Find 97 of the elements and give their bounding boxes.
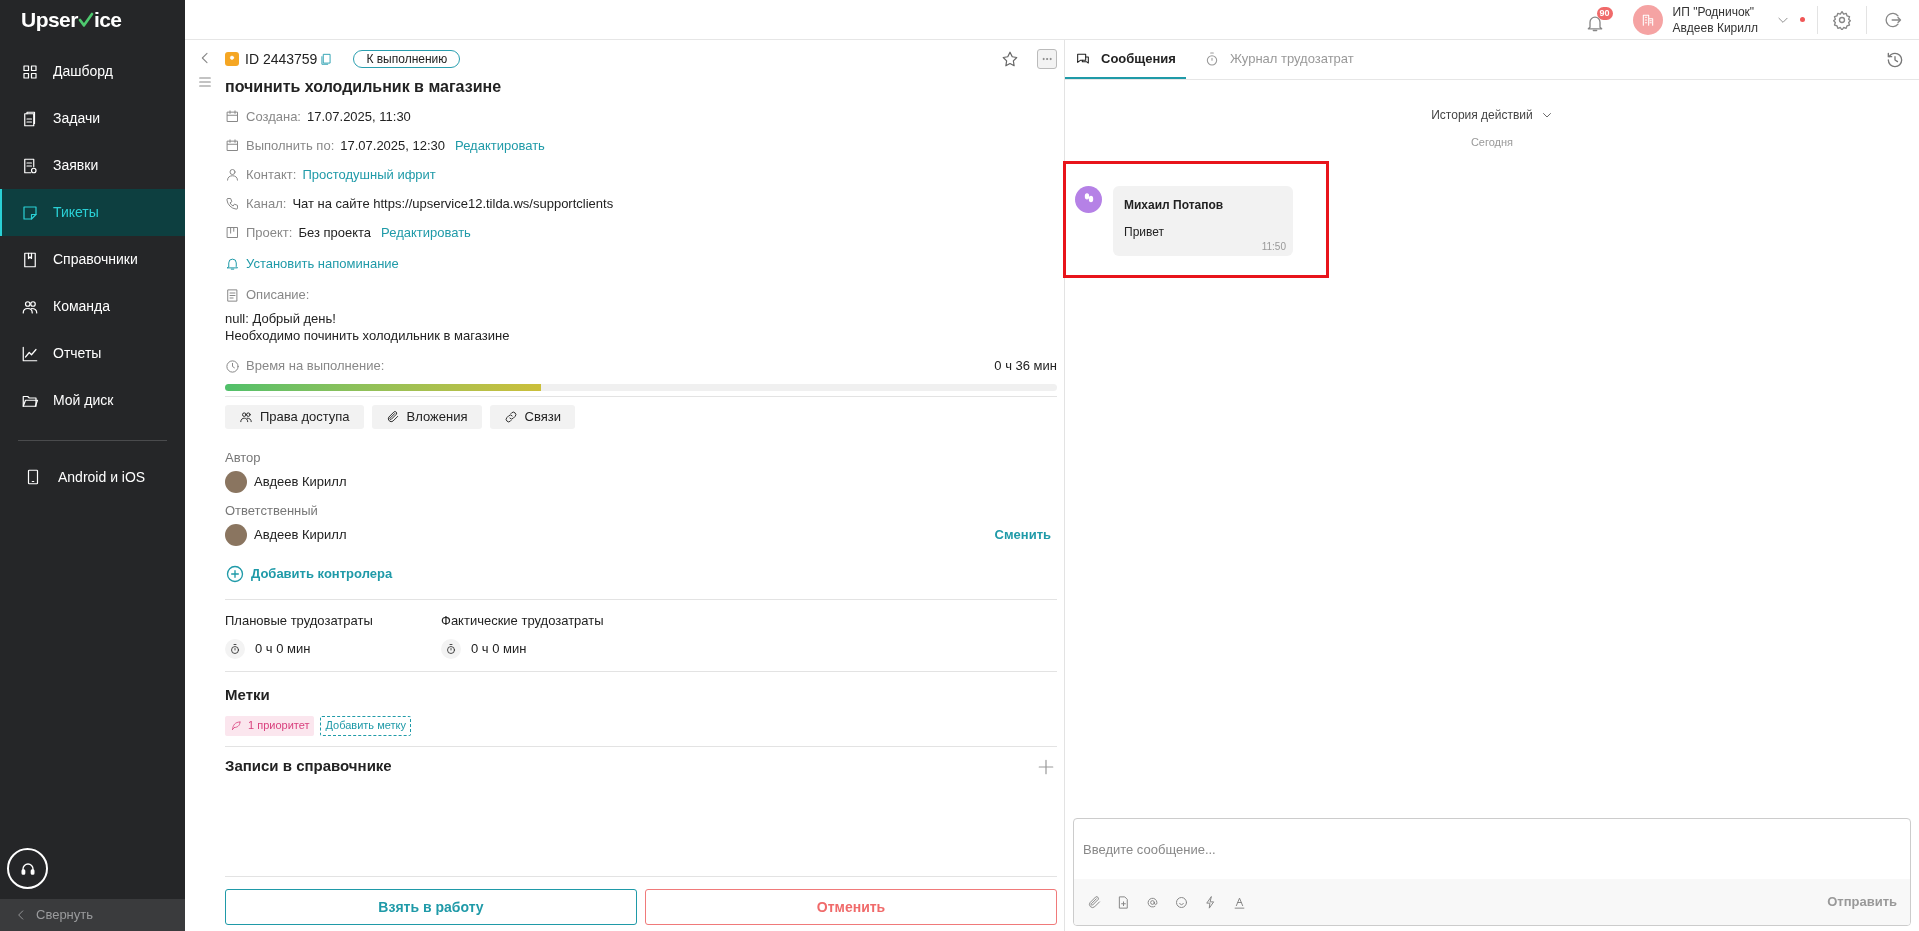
paperclip-icon [385, 410, 400, 424]
field-label: Контакт: [246, 165, 297, 184]
edit-link[interactable]: Редактировать [381, 222, 471, 243]
role-label: Ответственный [225, 502, 319, 520]
user-name: Авдеев Кирилл [254, 473, 347, 492]
action-button[interactable]: Взять в работу [225, 889, 637, 925]
tag[interactable]: 1 приоритет [225, 715, 315, 736]
field-label: Выполнить по: [246, 136, 335, 155]
user-name: Авдеев Кирилл [1672, 19, 1758, 36]
directory-title: Записи в справочнике [225, 756, 392, 777]
company-name: ИП "Родничок" [1672, 3, 1756, 20]
add-controller-link[interactable]: Добавить контролера [251, 564, 393, 584]
effort-value: 0 ч 0 мин [471, 640, 527, 659]
sidebar-item[interactable]: Мой диск [0, 377, 185, 424]
copy-icon [319, 52, 334, 66]
role-label: Автор [225, 449, 262, 467]
board-icon [225, 225, 240, 240]
message-time: 11:50 [1261, 239, 1286, 254]
field-value[interactable]: Простодушный ифрит [302, 164, 436, 185]
sidebar-item[interactable]: Справочники [0, 236, 185, 283]
field-label: Канал: [246, 194, 287, 213]
chat-tab[interactable]: Сообщения [1065, 40, 1186, 79]
chart-icon [21, 344, 39, 363]
field-label: Описание: [246, 286, 310, 305]
field-label: Проект: [246, 223, 293, 242]
field-value: 17.07.2025, 11:30 [307, 107, 411, 126]
ticket-title: починить холодильник в магазине [225, 78, 503, 96]
calendar-icon [225, 138, 240, 153]
message-author: Михаил Потапов [1124, 196, 1225, 214]
edit-link[interactable]: Редактировать [455, 135, 545, 156]
tab-button[interactable]: Связи [489, 405, 575, 429]
sidebar-item[interactable]: Тикеты [0, 189, 185, 236]
sidebar-item[interactable]: Команда [0, 283, 185, 330]
support-button[interactable] [7, 848, 48, 889]
settings-button[interactable] [1832, 9, 1852, 30]
field-value: Чат на сайте https://upservice12.tilda.ws/supportclients [292, 194, 614, 213]
bell-icon [225, 256, 240, 271]
sidebar-item[interactable]: Android и iOS [0, 457, 185, 497]
tags-title: Метки [225, 685, 271, 705]
sidebar-item[interactable]: Отчеты [0, 330, 185, 377]
more-button[interactable] [1037, 49, 1057, 69]
document-icon [21, 156, 39, 175]
calendar-icon [225, 109, 240, 124]
user-avatar [225, 471, 247, 493]
sidebar-item[interactable]: Задачи [0, 95, 185, 142]
menu-button[interactable] [197, 74, 213, 90]
sidebar-item[interactable]: Дашборд [0, 48, 185, 95]
logo[interactable]: Upser ice [21, 4, 122, 36]
effort-value: 0 ч 0 мин [255, 640, 311, 659]
star-icon [1001, 50, 1019, 68]
field-label: Создана: [246, 107, 301, 126]
timer-icon [225, 639, 245, 659]
message-text: Привет [1124, 223, 1165, 241]
field-value: Без проекта [298, 223, 372, 242]
plus-circle-icon [225, 564, 245, 584]
tab-button[interactable]: Права доступа [225, 405, 364, 429]
feather-icon [230, 719, 242, 732]
composer-tool[interactable] [1087, 894, 1102, 910]
book-icon [21, 250, 39, 269]
user-avatar [225, 524, 247, 546]
add-tag-button[interactable]: Добавить метку [320, 715, 411, 736]
effort-label: Фактические трудозатраты [441, 612, 605, 630]
tab-button[interactable]: Вложения [371, 405, 482, 429]
effort-label: Плановые трудозатраты [225, 612, 374, 630]
copy-button[interactable] [319, 52, 334, 66]
change-link[interactable]: Сменить [994, 525, 1051, 545]
composer-tool[interactable] [1174, 894, 1189, 910]
ticket-id: ID 2443759 [245, 49, 318, 69]
clock-icon [225, 358, 240, 374]
favorite-button[interactable] [1001, 50, 1019, 68]
timer-icon [441, 639, 461, 659]
description-text: null: Добрый день! Необходимо починить холодильник в магазине [225, 310, 511, 344]
gear-icon [1832, 9, 1852, 30]
collapse-button[interactable]: Свернуть [0, 899, 185, 931]
phone-icon [225, 196, 240, 211]
smile-icon [1174, 894, 1189, 910]
add-button[interactable] [1037, 757, 1055, 776]
grid-icon [21, 62, 39, 81]
user-name: Авдеев Кирилл [254, 526, 347, 545]
plus-icon [1037, 757, 1055, 776]
person-icon [225, 167, 240, 182]
note-icon [21, 203, 39, 222]
field-value: 17.07.2025, 12:30 [340, 136, 446, 155]
day-label: Сегодня [1470, 135, 1514, 150]
field-label: Время на выполнение: [246, 357, 385, 376]
company-avatar[interactable] [1632, 4, 1663, 35]
description-icon [225, 287, 240, 303]
link-icon [503, 410, 518, 424]
paperclip-icon [1087, 894, 1102, 910]
file-plus-icon [1116, 894, 1131, 910]
menu-icon [197, 74, 213, 90]
time-value: 0 ч 36 мин [994, 357, 1057, 376]
reminder-link[interactable]: Установить напоминание [246, 253, 399, 274]
composer-tool[interactable] [1116, 894, 1131, 910]
history-toggle[interactable]: История действий [1431, 106, 1553, 124]
sidebar-item[interactable]: Заявки [0, 142, 185, 189]
check-icon [77, 11, 94, 29]
